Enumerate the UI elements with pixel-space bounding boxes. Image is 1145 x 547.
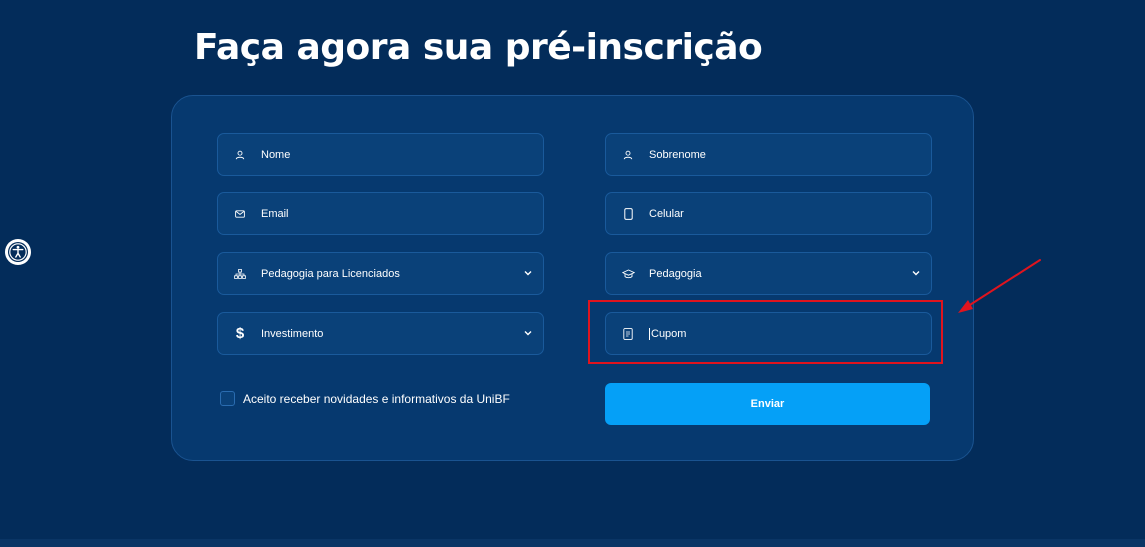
chevron-down-icon xyxy=(911,268,921,278)
phone-field[interactable]: Celular xyxy=(605,192,932,235)
phone-icon xyxy=(621,207,635,221)
user-icon xyxy=(233,148,247,162)
graduation-cap-icon xyxy=(621,267,635,281)
consent-checkbox-row[interactable]: Aceito receber novidades e informativos … xyxy=(220,391,510,406)
consent-checkbox[interactable] xyxy=(220,391,235,406)
email-field[interactable]: Email xyxy=(217,192,544,235)
chevron-down-icon xyxy=(523,328,533,338)
first-name-placeholder: Nome xyxy=(261,148,291,161)
chevron-down-icon xyxy=(523,268,533,278)
last-name-placeholder: Sobrenome xyxy=(649,148,706,161)
course-value: Pedagogia xyxy=(649,267,702,280)
course-type-value: Pedagogia para Licenciados xyxy=(261,267,400,280)
investment-value: Investimento xyxy=(261,327,324,340)
last-name-field[interactable]: Sobrenome xyxy=(605,133,932,176)
mail-icon xyxy=(233,207,247,221)
investment-select[interactable]: $ Investimento xyxy=(217,312,544,355)
course-select[interactable]: Pedagogia xyxy=(605,252,932,295)
phone-placeholder: Celular xyxy=(649,207,684,220)
consent-label: Aceito receber novidades e informativos … xyxy=(243,391,510,406)
first-name-field[interactable]: Nome xyxy=(217,133,544,176)
page-title: Faça agora sua pré-inscrição xyxy=(194,27,763,68)
submit-button[interactable]: Enviar xyxy=(605,383,930,425)
dollar-icon: $ xyxy=(235,324,245,342)
course-type-select[interactable]: Pedagogia para Licenciados xyxy=(217,252,544,295)
accessibility-button[interactable] xyxy=(5,239,31,265)
email-placeholder: Email xyxy=(261,207,289,220)
sitemap-icon xyxy=(233,267,247,281)
accessibility-icon xyxy=(8,242,28,262)
user-icon xyxy=(621,148,635,162)
red-arrow-icon xyxy=(958,259,1041,313)
coupon-highlight-box xyxy=(588,300,943,364)
page: Faça agora sua pré-inscrição Nome Sobren… xyxy=(0,0,1145,547)
